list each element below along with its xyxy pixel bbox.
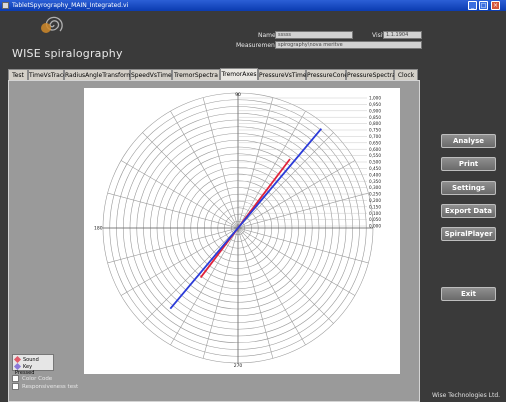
tab-pressurespectra[interactable]: PressureSpectra	[346, 69, 396, 80]
polar-chart-svg: 1,0000,9500,900 0,8500,800 0,7500,7000,650…	[94, 92, 381, 369]
spiral-logo-icon	[41, 16, 63, 33]
radial-tick-label: 0,000	[369, 224, 381, 229]
radial-tick-label: 0,450	[369, 166, 381, 171]
radial-tick-label: 0,200	[369, 198, 381, 203]
export-data-button[interactable]: Export Data	[441, 204, 496, 218]
close-button[interactable]: ×	[491, 1, 500, 10]
tab-test[interactable]: Test	[8, 69, 28, 80]
tab-pressurecone[interactable]: PressureCone	[306, 69, 348, 80]
radial-tick-label: 0,250	[369, 192, 381, 197]
measurement-label: Measurement	[236, 42, 278, 49]
radial-tick-label: 0,150	[369, 204, 381, 209]
color-code-label: Color Code	[22, 376, 53, 382]
title-bar: TabletSpyrography_MAIN_Integrated.vi _ □…	[0, 0, 506, 11]
radial-tick-label: 0,100	[369, 211, 381, 216]
angle-label: 90	[235, 92, 241, 98]
checkbox-icon[interactable]	[12, 383, 19, 390]
tab-clock[interactable]: Clock	[394, 69, 418, 80]
angle-label: 270	[234, 363, 243, 369]
tab-tremoraxes[interactable]: TremorAxes	[220, 68, 258, 80]
polar-plot: 1,000 0,950 0,900 0,850 0,800 0,750 0,700 0,650…	[84, 88, 400, 374]
logo: WISE spiralography	[8, 16, 138, 63]
tab-pressurevstime[interactable]: PressureVsTime	[258, 69, 307, 80]
radial-tick-label: 0,900	[369, 108, 381, 113]
radial-tick-label: 0,400	[369, 172, 381, 177]
tab-tremorspectra[interactable]: TremorSpectra	[172, 69, 220, 80]
radial-tick-label: 0,700	[369, 134, 381, 139]
radial-tick-label: 0,500	[369, 160, 381, 165]
tab-timevstrace[interactable]: TimeVsTrace	[28, 69, 67, 80]
app-icon	[2, 2, 9, 9]
radial-tick-label: 0,600	[369, 147, 381, 152]
tab-radiusangletransform[interactable]: RadiusAngleTransform	[64, 69, 132, 80]
window-title: TabletSpyrography_MAIN_Integrated.vi	[12, 2, 129, 9]
minimize-button[interactable]: _	[468, 1, 477, 10]
radial-tick-label: 0,650	[369, 140, 381, 145]
visit-field[interactable]: 1.1.1904	[383, 31, 422, 39]
maximize-button[interactable]: □	[479, 1, 488, 10]
radial-tick-label: 1,000	[369, 96, 381, 101]
logo-text: WISE spiralography	[12, 47, 123, 60]
tab-speedvstime[interactable]: SpeedVsTime	[130, 69, 172, 80]
responsiveness-label: Responsiveness test	[22, 384, 79, 390]
key-marker-icon	[13, 362, 22, 371]
angle-label: 180	[94, 226, 103, 232]
legend-sound: Sound	[13, 355, 39, 364]
legend-sound-label: Sound	[23, 357, 39, 363]
name-label: Name	[258, 32, 276, 39]
exit-button[interactable]: Exit	[441, 287, 496, 301]
name-field[interactable]: sssss	[275, 31, 353, 39]
spiralplayer-button[interactable]: SpiralPlayer	[441, 227, 496, 241]
radial-tick-label: 0,850	[369, 115, 381, 120]
measurement-field[interactable]: spirography\nova meritve	[275, 41, 422, 49]
company-footer: Wise Technologies Ltd.	[432, 392, 501, 399]
radial-tick-label: 0,950	[369, 102, 381, 107]
main-panel: WISE spiralography Name sssss Visit 1.1.…	[0, 11, 506, 402]
legend: Sound Key Pressed	[12, 354, 54, 376]
radial-tick-label: 0,300	[369, 185, 381, 190]
print-button[interactable]: Print	[441, 157, 496, 171]
radial-tick-label: 0,350	[369, 179, 381, 184]
color-code-checkbox[interactable]: Color Code	[12, 375, 52, 382]
settings-button[interactable]: Settings	[441, 181, 496, 195]
responsiveness-checkbox[interactable]: Responsiveness test	[12, 383, 78, 390]
checkbox-icon[interactable]	[12, 375, 19, 382]
analyse-button[interactable]: Analyse	[441, 134, 496, 148]
radial-tick-label: 0,550	[369, 153, 381, 158]
radial-tick-label: 0,800	[369, 121, 381, 126]
radial-tick-label: 0,750	[369, 128, 381, 133]
radial-tick-label: 0,050	[369, 217, 381, 222]
